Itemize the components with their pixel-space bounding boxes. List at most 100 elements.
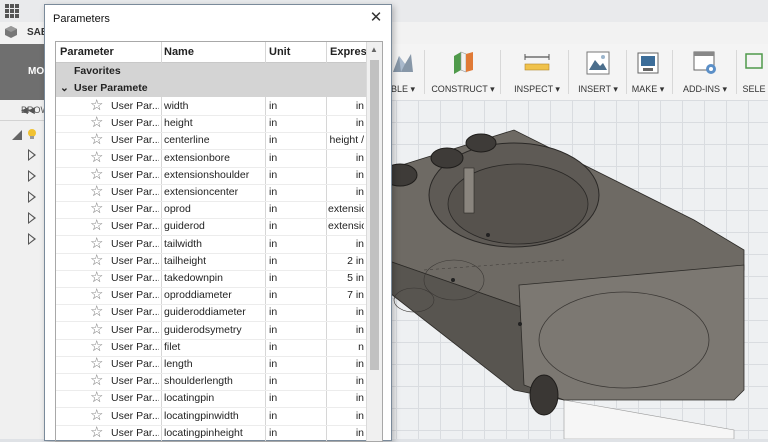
parameter-name-cell[interactable]: takedownpin	[164, 272, 262, 284]
parameter-expression-cell[interactable]: in	[328, 100, 364, 112]
parameter-unit-cell[interactable]: in	[269, 410, 277, 422]
favorite-star-icon[interactable]: ☆	[90, 372, 103, 389]
parameter-unit-cell[interactable]: in	[269, 306, 277, 318]
addins-menu[interactable]: ADD-INS ▾	[678, 48, 732, 98]
parameter-expression-cell[interactable]: in	[328, 169, 364, 181]
favorite-star-icon[interactable]: ☆	[90, 338, 103, 355]
parameter-name-cell[interactable]: locatingpinheight	[164, 427, 262, 439]
parameter-expression-cell[interactable]: 7 in	[328, 289, 364, 301]
favorite-star-icon[interactable]: ☆	[90, 235, 103, 252]
parameter-name-cell[interactable]: filet	[164, 341, 262, 353]
make-menu[interactable]: MAKE ▾	[628, 48, 668, 98]
parameter-unit-cell[interactable]: in	[269, 134, 277, 146]
parameter-name-cell[interactable]: oproddiameter	[164, 289, 262, 301]
favorite-star-icon[interactable]: ☆	[90, 114, 103, 131]
root-expand-icon[interactable]	[10, 126, 36, 142]
parameter-unit-cell[interactable]: in	[269, 220, 277, 232]
parameter-unit-cell[interactable]: in	[269, 255, 277, 267]
favorite-star-icon[interactable]: ☆	[90, 269, 103, 286]
parameter-expression-cell[interactable]: in	[328, 117, 364, 129]
favorite-star-icon[interactable]: ☆	[90, 303, 103, 320]
browser-header[interactable]: ◀◀ BROW	[0, 100, 49, 121]
app-grid-icon[interactable]	[4, 3, 20, 19]
parameter-unit-cell[interactable]: in	[269, 203, 277, 215]
parameter-name-cell[interactable]: centerline	[164, 134, 262, 146]
parameter-name-cell[interactable]: tailheight	[164, 255, 262, 267]
insert-menu[interactable]: INSERT ▾	[572, 48, 624, 98]
parameter-name-cell[interactable]: tailwidth	[164, 238, 262, 250]
browser-node-5-expander[interactable]	[28, 233, 36, 245]
parameter-name-cell[interactable]: shoulderlength	[164, 375, 262, 387]
parameter-expression-cell[interactable]: in	[328, 324, 364, 336]
parameter-expression-cell[interactable]: in	[328, 410, 364, 422]
col-expression-header[interactable]: Expres	[330, 46, 367, 58]
close-icon[interactable]: ✕	[369, 10, 383, 25]
parameter-unit-cell[interactable]: in	[269, 238, 277, 250]
parameter-name-cell[interactable]: extensioncenter	[164, 186, 262, 198]
parameter-unit-cell[interactable]: in	[269, 324, 277, 336]
parameter-unit-cell[interactable]: in	[269, 152, 277, 164]
parameter-name-cell[interactable]: extensionshoulder	[164, 169, 262, 181]
parameter-unit-cell[interactable]: in	[269, 272, 277, 284]
parameter-expression-cell[interactable]: in	[328, 375, 364, 387]
favorite-star-icon[interactable]: ☆	[90, 355, 103, 372]
favorite-star-icon[interactable]: ☆	[90, 321, 103, 338]
group-row-favorites[interactable]: Favorites	[56, 63, 366, 80]
col-name-header[interactable]: Name	[164, 46, 194, 58]
group-row-user-parameters[interactable]: ⌄ User Paramete	[56, 80, 366, 97]
table-row[interactable]: ☆ User Par... locatingpinheight in in	[56, 424, 366, 441]
favorite-star-icon[interactable]: ☆	[90, 183, 103, 200]
parameter-expression-cell[interactable]: in	[328, 427, 364, 439]
parameter-expression-cell[interactable]: height /	[328, 134, 364, 146]
favorite-star-icon[interactable]: ☆	[90, 217, 103, 234]
parameter-expression-cell[interactable]: in	[328, 358, 364, 370]
chevron-down-icon[interactable]: ⌄	[60, 82, 69, 94]
favorite-star-icon[interactable]: ☆	[90, 166, 103, 183]
col-parameter-header[interactable]: Parameter	[60, 46, 114, 58]
browser-node-4-expander[interactable]	[28, 212, 36, 224]
parameter-unit-cell[interactable]: in	[269, 392, 277, 404]
browser-node-2-expander[interactable]	[28, 170, 36, 182]
scrollbar-thumb[interactable]	[370, 60, 379, 370]
select-menu[interactable]: SELE	[740, 48, 768, 98]
parameter-unit-cell[interactable]: in	[269, 186, 277, 198]
parameter-name-cell[interactable]: oprod	[164, 203, 262, 215]
parameter-unit-cell[interactable]: in	[269, 427, 277, 439]
parameter-unit-cell[interactable]: in	[269, 375, 277, 387]
parameter-unit-cell[interactable]: in	[269, 341, 277, 353]
construct-menu[interactable]: CONSTRUCT ▾	[430, 48, 496, 98]
parameter-name-cell[interactable]: length	[164, 358, 262, 370]
browser-node-1-expander[interactable]	[28, 149, 36, 161]
parameter-unit-cell[interactable]: in	[269, 117, 277, 129]
parameter-expression-cell[interactable]: in	[328, 392, 364, 404]
parameter-name-cell[interactable]: height	[164, 117, 262, 129]
favorite-star-icon[interactable]: ☆	[90, 407, 103, 424]
favorite-star-icon[interactable]: ☆	[90, 424, 103, 441]
inspect-menu[interactable]: INSPECT ▾	[508, 48, 566, 98]
parameter-name-cell[interactable]: guiderodsymetry	[164, 324, 262, 336]
parameter-name-cell[interactable]: guiderod	[164, 220, 262, 232]
parameter-name-cell[interactable]: locatingpin	[164, 392, 262, 404]
vertical-scrollbar[interactable]: ▲	[366, 42, 382, 441]
parameter-unit-cell[interactable]: in	[269, 100, 277, 112]
parameter-expression-cell[interactable]: 2 in	[328, 255, 364, 267]
parameter-expression-cell[interactable]: n	[328, 341, 364, 353]
parameter-name-cell[interactable]: width	[164, 100, 262, 112]
browser-node-3-expander[interactable]	[28, 191, 36, 203]
parameter-expression-cell[interactable]: extensio	[328, 203, 364, 215]
favorite-star-icon[interactable]: ☆	[90, 286, 103, 303]
scroll-up-icon[interactable]: ▲	[370, 45, 378, 54]
parameter-expression-cell[interactable]: 5 in	[328, 272, 364, 284]
favorite-star-icon[interactable]: ☆	[90, 97, 103, 114]
parameter-unit-cell[interactable]: in	[269, 169, 277, 181]
favorite-star-icon[interactable]: ☆	[90, 389, 103, 406]
favorite-star-icon[interactable]: ☆	[90, 200, 103, 217]
col-unit-header[interactable]: Unit	[269, 46, 290, 58]
parameter-expression-cell[interactable]: in	[328, 152, 364, 164]
parameter-expression-cell[interactable]: in	[328, 306, 364, 318]
parameter-unit-cell[interactable]: in	[269, 358, 277, 370]
parameter-expression-cell[interactable]: in	[328, 186, 364, 198]
favorite-star-icon[interactable]: ☆	[90, 149, 103, 166]
parameter-unit-cell[interactable]: in	[269, 289, 277, 301]
parameter-name-cell[interactable]: guideroddiameter	[164, 306, 262, 318]
